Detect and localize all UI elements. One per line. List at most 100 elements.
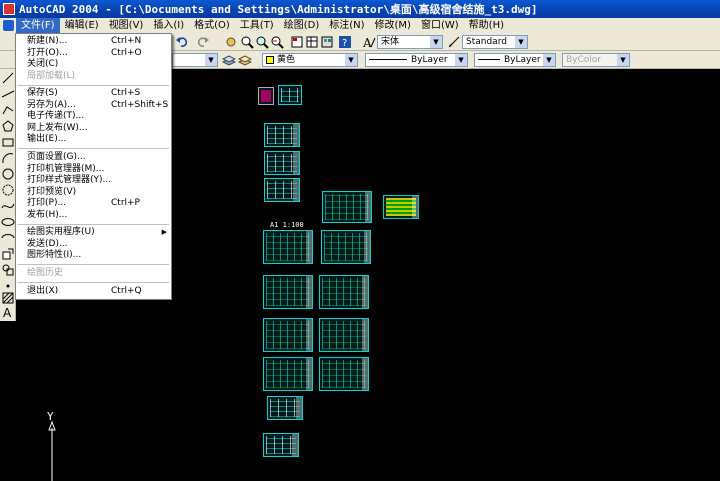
chevron-down-icon[interactable]: ▼ — [455, 54, 467, 66]
zoom-realtime-icon[interactable] — [240, 35, 254, 49]
menu-item-drawing-utilities[interactable]: 绘图实用程序(U) ▶ — [16, 227, 171, 239]
menu-window[interactable]: 窗口(W) — [416, 18, 464, 33]
svg-text:A: A — [3, 306, 12, 319]
menu-help[interactable]: 帮助(H) — [464, 18, 509, 33]
document-icon[interactable] — [3, 20, 14, 31]
pan-realtime-icon[interactable] — [224, 35, 238, 49]
text-style-select[interactable]: 宋体 ▼ — [377, 35, 443, 49]
menu-insert[interactable]: 插入(I) — [148, 18, 189, 33]
color-select[interactable]: 黄色 ▼ — [262, 53, 358, 67]
chevron-down-icon[interactable]: ▼ — [430, 36, 442, 48]
undo-icon[interactable] — [175, 35, 189, 49]
circle-icon[interactable] — [1, 167, 15, 181]
menu-draw[interactable]: 绘图(D) — [279, 18, 325, 33]
rectangle-icon[interactable] — [1, 135, 15, 149]
arc-icon[interactable] — [1, 151, 15, 165]
menu-modify[interactable]: 修改(M) — [370, 18, 416, 33]
drawing-sheet-12[interactable] — [263, 357, 313, 391]
menu-separator — [18, 148, 169, 149]
insert-block-icon[interactable] — [1, 247, 15, 261]
linetype-select[interactable]: ByLayer ▼ — [365, 53, 468, 67]
menu-format[interactable]: 格式(O) — [189, 18, 235, 33]
menu-item-open[interactable]: 打开(O)... Ctrl+O — [16, 48, 171, 60]
menu-item-new[interactable]: 新建(N)... Ctrl+N — [16, 36, 171, 48]
lineweight-preview — [478, 59, 500, 60]
linetype-value: ByLayer — [411, 55, 448, 65]
menu-item-page-setup[interactable]: 页面设置(G)... — [16, 152, 171, 164]
tool-palettes-icon[interactable] — [320, 35, 334, 49]
menu-view[interactable]: 视图(V) — [104, 18, 149, 33]
drawing-sheet-10[interactable] — [263, 318, 313, 352]
revision-cloud-icon[interactable] — [1, 183, 15, 197]
chevron-down-icon[interactable]: ▼ — [205, 54, 217, 66]
construction-line-icon[interactable] — [1, 87, 15, 101]
drawing-sheet-8[interactable] — [263, 275, 313, 309]
menu-tools[interactable]: 工具(T) — [235, 18, 279, 33]
spline-icon[interactable] — [1, 199, 15, 213]
chevron-down-icon[interactable]: ▼ — [345, 54, 357, 66]
menu-item-drawing-properties[interactable]: 图形特性(I)... — [16, 250, 171, 262]
ucs-y-label: Y — [47, 410, 54, 423]
menu-item-close[interactable]: 关闭(C) — [16, 59, 171, 71]
polyline-icon[interactable] — [1, 103, 15, 117]
drawing-sheet-4[interactable] — [322, 191, 372, 223]
menu-separator — [18, 224, 169, 225]
menu-item-save[interactable]: 保存(S) Ctrl+S — [16, 88, 171, 100]
text-style-icon[interactable]: A — [362, 35, 376, 49]
menu-item-plotter-manager[interactable]: 打印机管理器(M)... — [16, 164, 171, 176]
properties-icon[interactable] — [290, 35, 304, 49]
design-center-icon[interactable] — [305, 35, 319, 49]
menu-item-etransmit[interactable]: 电子传递(T)... — [16, 111, 171, 123]
drawing-sheet-15[interactable] — [263, 433, 299, 457]
drawing-sheet-1[interactable] — [264, 123, 300, 147]
line-icon[interactable] — [1, 71, 15, 85]
menu-bar: 文件(F) 编辑(E) 视图(V) 插入(I) 格式(O) 工具(T) 绘图(D… — [0, 18, 720, 33]
ellipse-icon[interactable] — [1, 215, 15, 229]
hatch-icon[interactable] — [1, 291, 15, 305]
menu-item-exit[interactable]: 退出(X) Ctrl+Q — [16, 286, 171, 298]
chevron-down-icon[interactable]: ▼ — [515, 36, 527, 48]
drawing-sheet-9[interactable] — [319, 275, 369, 309]
menu-item-publish-web[interactable]: 网上发布(W)... — [16, 123, 171, 135]
help-icon[interactable]: ? — [338, 35, 352, 49]
drawing-sheet-5[interactable] — [383, 195, 419, 219]
drawing-sheet-3[interactable] — [264, 178, 300, 202]
redo-icon[interactable] — [196, 35, 210, 49]
multiline-text-icon[interactable]: A — [1, 305, 15, 319]
drawing-sheet-6[interactable] — [263, 230, 313, 264]
drawing-sheet-14[interactable] — [267, 396, 303, 420]
menu-item-save-as[interactable]: 另存为(A)... Ctrl+Shift+S — [16, 100, 171, 112]
make-layer-current-icon[interactable] — [222, 53, 236, 67]
drawing-sheet-2[interactable] — [264, 151, 300, 175]
menu-item-plot-preview[interactable]: 打印预览(V) — [16, 187, 171, 199]
menu-dimension[interactable]: 标注(N) — [324, 18, 369, 33]
menu-item-plot-style-manager[interactable]: 打印样式管理器(Y)... — [16, 175, 171, 187]
dim-style-select[interactable]: Standard ▼ — [462, 35, 528, 49]
polygon-icon[interactable] — [1, 119, 15, 133]
drawing-sheet-small-a[interactable] — [258, 87, 274, 105]
menu-item-send[interactable]: 发送(D)... — [16, 239, 171, 251]
menu-edit[interactable]: 编辑(E) — [60, 18, 104, 33]
layer-previous-icon[interactable] — [238, 53, 252, 67]
chevron-down-icon[interactable]: ▼ — [543, 54, 555, 66]
drawing-sheet-7[interactable] — [321, 230, 371, 264]
autocad-app-icon[interactable] — [3, 3, 15, 15]
menu-item-plot[interactable]: 打印(P)... Ctrl+P — [16, 198, 171, 210]
zoom-previous-icon[interactable] — [270, 35, 284, 49]
drawing-sheet-small-b[interactable] — [278, 85, 302, 105]
drawing-sheet-13[interactable] — [319, 357, 369, 391]
dim-style-value: Standard — [466, 37, 507, 47]
menu-file[interactable]: 文件(F) — [16, 18, 60, 33]
lineweight-select[interactable]: ByLayer ▼ — [474, 53, 556, 67]
title-bar: AutoCAD 2004 - [C:\Documents and Setting… — [0, 0, 720, 18]
drawing-sheet-11[interactable] — [319, 318, 369, 352]
zoom-window-icon[interactable] — [255, 35, 269, 49]
menu-separator — [18, 85, 169, 86]
ellipse-arc-icon[interactable] — [1, 231, 15, 245]
menu-item-export[interactable]: 输出(E)... — [16, 134, 171, 146]
make-block-icon[interactable] — [1, 263, 15, 277]
layer-select[interactable]: ▼ — [172, 53, 218, 67]
dim-style-icon[interactable] — [447, 35, 461, 49]
menu-item-publish[interactable]: 发布(H)... — [16, 210, 171, 222]
linetype-preview — [369, 59, 407, 60]
